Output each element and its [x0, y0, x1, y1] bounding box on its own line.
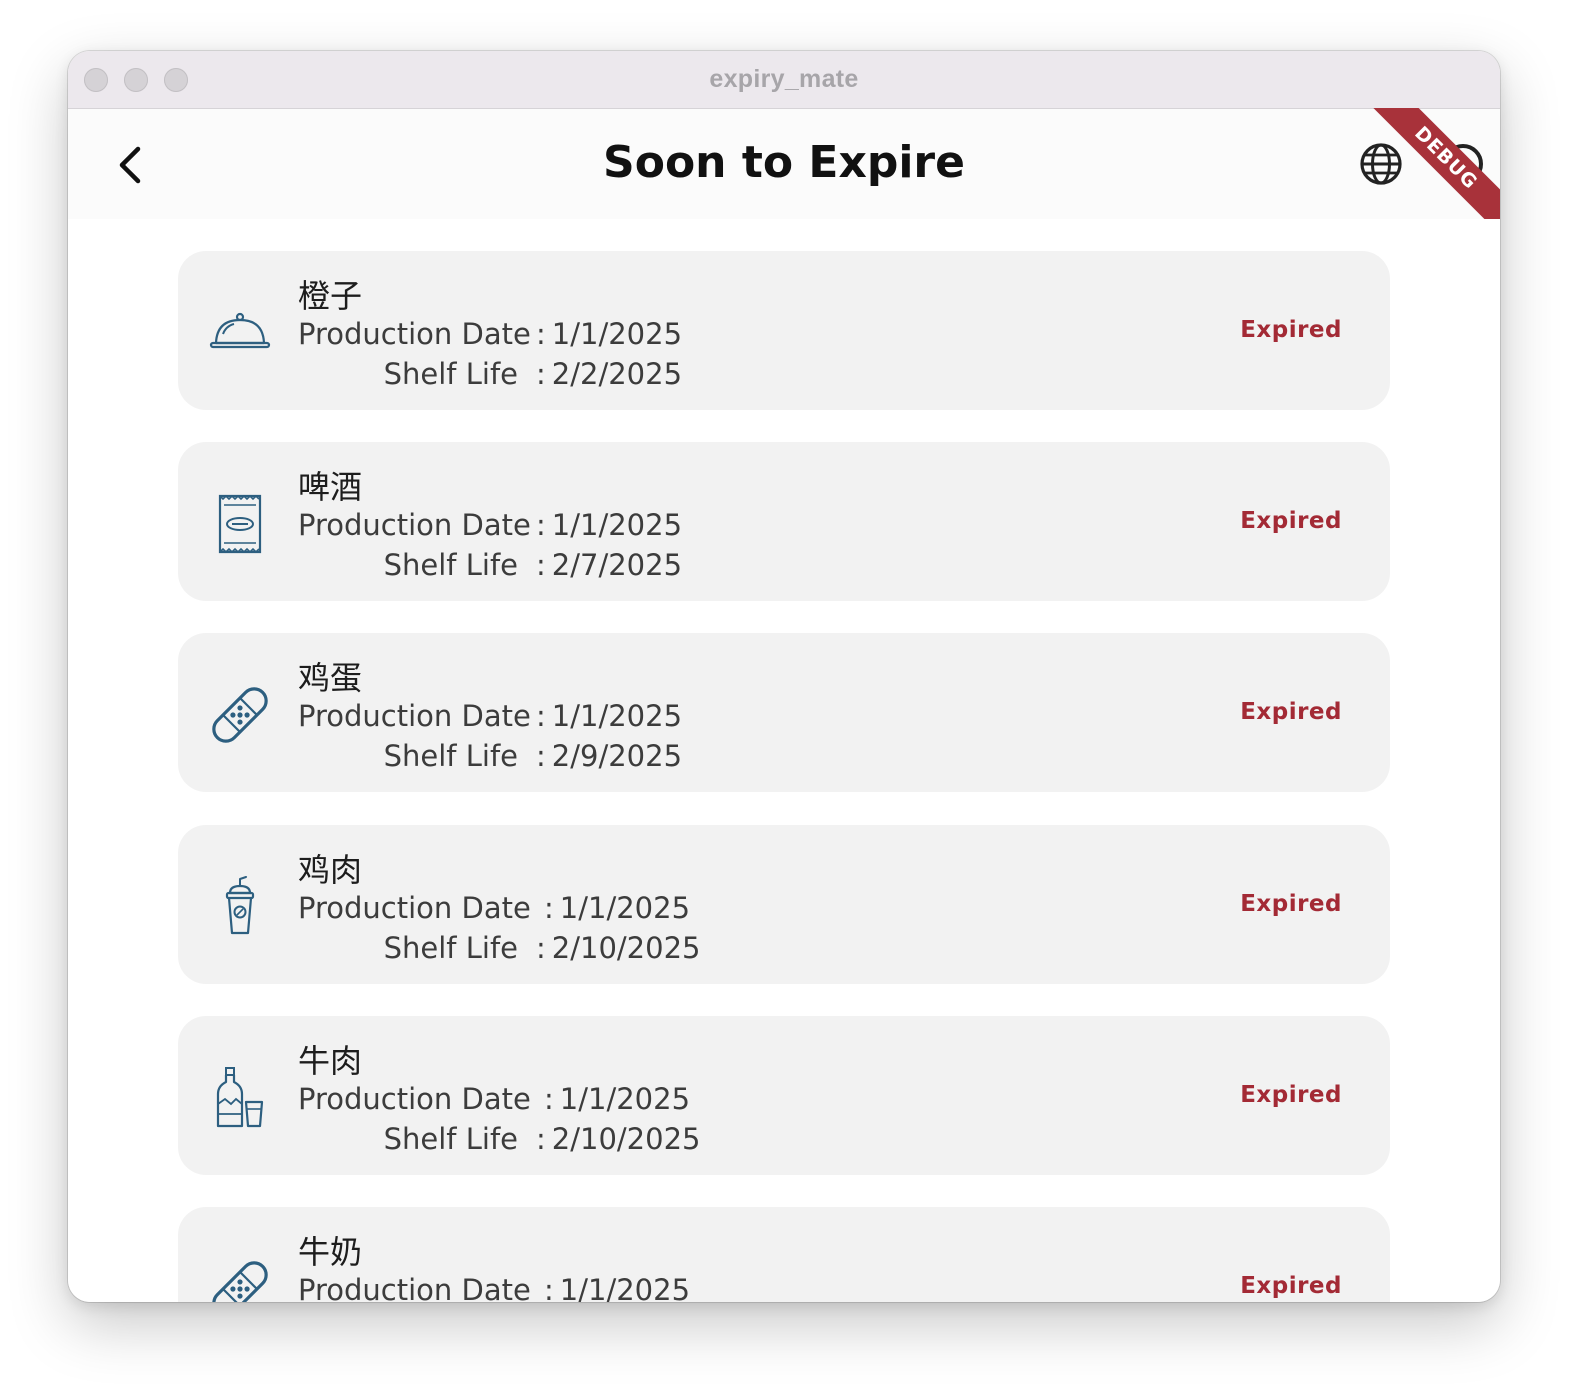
status-badge: Expired — [1240, 317, 1342, 343]
shelf-life-value: 2/10/2025 — [551, 1122, 701, 1156]
bandage-icon — [212, 687, 268, 743]
shelf-life-row: Shelf Life:2/9/2025 — [298, 739, 682, 773]
shelf-life-row: Shelf Life:2/10/2025 — [298, 1122, 701, 1156]
globe-icon — [1360, 143, 1402, 185]
status-badge: Expired — [1240, 1082, 1342, 1108]
shelf-life-row: Shelf Life:2/10/2025 — [298, 931, 701, 965]
item-name: 鸡蛋 — [298, 659, 363, 697]
list-item[interactable]: 牛奶 Production Date:1/1/2025 Expired — [178, 1207, 1390, 1302]
production-date-value: 1/1/2025 — [551, 317, 683, 351]
status-badge: Expired — [1240, 891, 1342, 917]
production-date-value: 1/1/2025 — [559, 891, 691, 925]
list-item[interactable]: 橙子 Production Date:1/1/2025 Shelf Life:2… — [178, 251, 1390, 410]
shelf-life-label: Shelf Life — [383, 739, 518, 773]
production-date-label: Production Date — [298, 891, 531, 925]
status-badge: Expired — [1240, 1273, 1342, 1299]
bandage-icon — [212, 1261, 268, 1302]
item-name: 牛肉 — [298, 1042, 363, 1080]
window-title: expiry_mate — [709, 65, 859, 93]
shelf-life-label: Shelf Life — [383, 357, 518, 391]
title-bar: expiry_mate — [68, 51, 1500, 109]
item-name: 啤酒 — [298, 468, 363, 506]
production-date-row: Production Date:1/1/2025 — [298, 699, 683, 733]
settings-icon — [1443, 144, 1483, 184]
shelf-life-label: Shelf Life — [383, 1122, 518, 1156]
list-item[interactable]: 鸡蛋 Production Date:1/1/2025 Shelf Life:2… — [178, 633, 1390, 792]
shelf-life-value: 2/2/2025 — [551, 357, 683, 391]
item-name: 鸡肉 — [298, 851, 363, 889]
production-date-label: Production Date — [298, 1082, 531, 1116]
expiring-items-list[interactable]: 橙子 Production Date:1/1/2025 Shelf Life:2… — [68, 219, 1500, 1302]
production-date-value: 1/1/2025 — [559, 1273, 691, 1302]
shelf-life-value: 2/7/2025 — [551, 548, 683, 582]
page-title: Soon to Expire — [603, 137, 965, 188]
item-name: 橙子 — [298, 277, 363, 315]
app-window: expiry_mate Soon to Expire DEBUG 橙子 Prod… — [68, 51, 1500, 1302]
status-badge: Expired — [1240, 508, 1342, 534]
production-date-row: Production Date:1/1/2025 — [298, 891, 691, 925]
production-date-label: Production Date — [298, 699, 531, 733]
settings-button[interactable] — [1438, 139, 1488, 189]
shelf-life-row: Shelf Life:2/2/2025 — [298, 357, 682, 391]
shelf-life-label: Shelf Life — [383, 931, 518, 965]
shelf-life-label: Shelf Life — [383, 548, 518, 582]
language-button[interactable] — [1356, 139, 1406, 189]
list-item[interactable]: 鸡肉 Production Date:1/1/2025 Shelf Life:2… — [178, 825, 1390, 984]
list-item[interactable]: 啤酒 Production Date:1/1/2025 Shelf Life:2… — [178, 442, 1390, 601]
production-date-row: Production Date:1/1/2025 — [298, 317, 683, 351]
production-date-value: 1/1/2025 — [551, 699, 683, 733]
snack-bag-icon — [218, 494, 262, 554]
production-date-label: Production Date — [298, 317, 531, 351]
production-date-row: Production Date:1/1/2025 — [298, 508, 683, 542]
drink-cup-icon — [225, 876, 255, 935]
production-date-value: 1/1/2025 — [551, 508, 683, 542]
list-item[interactable]: 牛肉 Production Date:1/1/2025 Shelf Life:2… — [178, 1016, 1390, 1175]
shelf-life-value: 2/9/2025 — [551, 739, 683, 773]
production-date-row: Production Date:1/1/2025 — [298, 1273, 690, 1302]
production-date-value: 1/1/2025 — [559, 1082, 691, 1116]
app-bar: Soon to Expire — [68, 109, 1500, 219]
shelf-life-row: Shelf Life:2/7/2025 — [298, 548, 682, 582]
production-date-row: Production Date:1/1/2025 — [298, 1082, 691, 1116]
shelf-life-value: 2/10/2025 — [551, 931, 701, 965]
status-badge: Expired — [1240, 699, 1342, 725]
bottle-glass-icon — [216, 1067, 264, 1128]
production-date-label: Production Date — [298, 1273, 531, 1302]
item-name: 牛奶 — [298, 1233, 363, 1271]
production-date-label: Production Date — [298, 508, 531, 542]
food-cloche-icon — [209, 312, 271, 349]
